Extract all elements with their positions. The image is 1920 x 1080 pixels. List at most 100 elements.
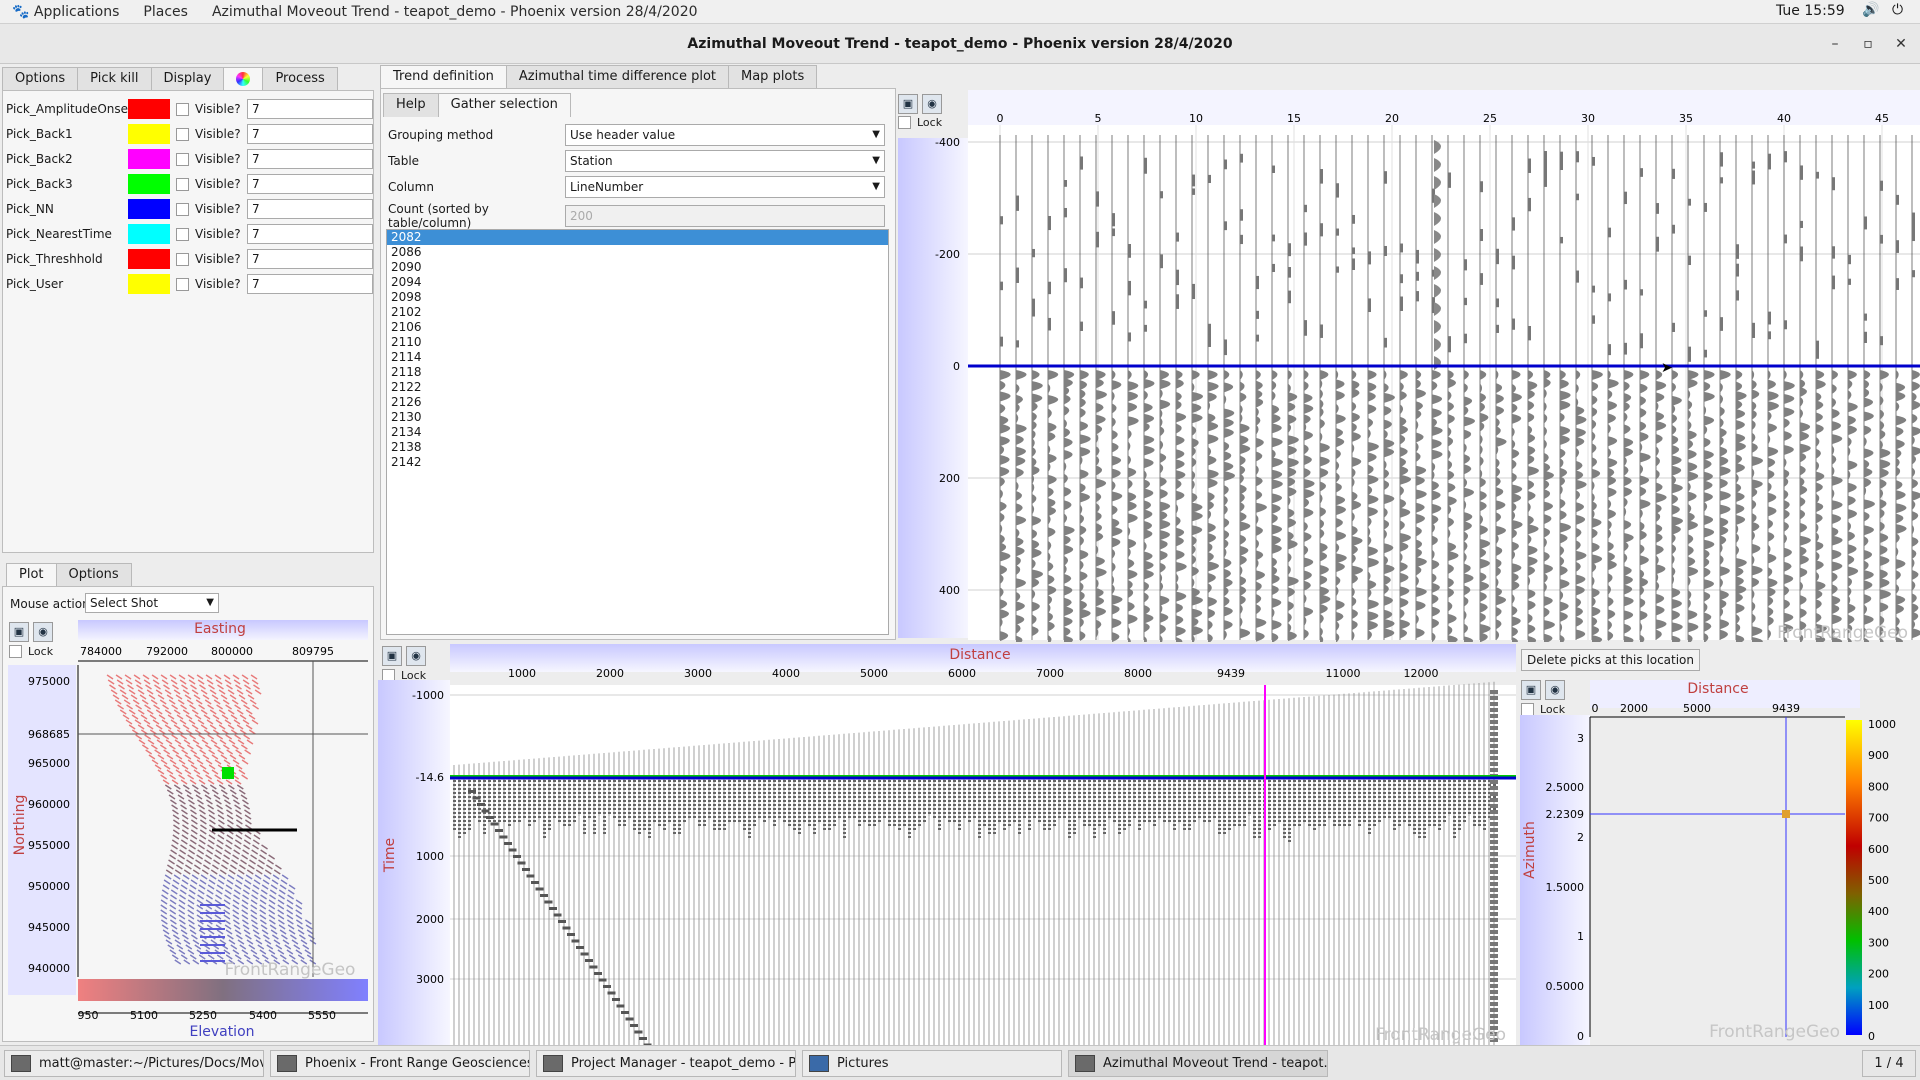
column-select[interactable]: LineNumber ▼ (565, 176, 885, 198)
survey-segment (180, 734, 188, 740)
pick-color-swatch[interactable] (128, 274, 170, 294)
pick-color-swatch[interactable] (128, 174, 170, 194)
list-item[interactable]: 2082 (387, 230, 888, 245)
pick-size-field[interactable]: 7 (247, 99, 373, 119)
pick-color-swatch[interactable] (128, 199, 170, 219)
trace-wiggle (1243, 788, 1246, 790)
trace-wiggle (468, 796, 471, 798)
trace-wiggle (1188, 816, 1191, 818)
tab-gather-selection[interactable]: Gather selection (437, 93, 571, 117)
trace-wiggle (463, 800, 466, 802)
list-item[interactable]: 2098 (387, 290, 888, 305)
trace-wiggle (533, 808, 536, 810)
station-map[interactable]: Easting Northing Elevation 784000 792000… (0, 615, 375, 1045)
close-icon[interactable]: ✕ (1886, 24, 1916, 64)
survey-segment (255, 939, 263, 945)
power-icon[interactable]: ⏻ (1892, 2, 1903, 18)
pick-size-field[interactable]: 7 (247, 124, 373, 144)
list-item[interactable]: 2138 (387, 440, 888, 455)
trace-wiggle (1736, 263, 1739, 277)
pick-size-field[interactable]: 7 (247, 199, 373, 219)
list-item[interactable]: 2106 (387, 320, 888, 335)
list-item[interactable]: 2110 (387, 335, 888, 350)
tab-plot-options[interactable]: Options (55, 563, 132, 587)
tab-color[interactable] (223, 67, 264, 91)
active-window-menu[interactable]: Azimuthal Moveout Trend - teapot_demo - … (200, 4, 710, 20)
pick-color-swatch[interactable] (128, 124, 170, 144)
pick-visible-checkbox[interactable] (176, 252, 189, 266)
trace-wiggle (1238, 788, 1241, 790)
tab-help[interactable]: Help (383, 93, 439, 117)
tab-azimuthal-time-difference[interactable]: Azimuthal time difference plot (505, 65, 729, 89)
grouping-method-select[interactable]: Use header value ▼ (565, 124, 885, 146)
trace-wiggle (513, 800, 516, 802)
list-item[interactable]: 2142 (387, 455, 888, 470)
trace-wiggle (593, 832, 596, 834)
pick-size-field[interactable]: 7 (247, 174, 373, 194)
applications-menu[interactable]: 🐾 Applications (0, 4, 131, 20)
list-item[interactable]: 2122 (387, 380, 888, 395)
tab-plot[interactable]: Plot (6, 563, 57, 587)
pick-visible-checkbox[interactable] (176, 127, 189, 141)
pick-color-swatch[interactable] (128, 149, 170, 169)
trace-wiggle (1096, 191, 1099, 207)
maximize-icon[interactable]: ▫ (1853, 24, 1883, 64)
table-select[interactable]: Station ▼ (565, 150, 885, 172)
list-item[interactable]: 2086 (387, 245, 888, 260)
survey-segment (214, 899, 222, 905)
trace-wiggle (1078, 804, 1081, 806)
tab-display[interactable]: Display (150, 67, 225, 91)
gather-plot[interactable]: FrontRangeGeo -400-20002004000 5 10 15 20 25 3… (898, 90, 1920, 642)
tab-pick-kill[interactable]: Pick kill (77, 67, 152, 91)
pick-visible-checkbox[interactable] (176, 202, 189, 216)
minimize-icon[interactable]: – (1820, 24, 1850, 64)
pick-size-field[interactable]: 7 (247, 274, 373, 294)
trace-wiggle (688, 784, 691, 786)
trace-wiggle (723, 792, 726, 794)
trace-wiggle (948, 816, 951, 818)
list-item[interactable]: 2134 (387, 425, 888, 440)
trace-wiggle (543, 788, 546, 790)
survey-segment (170, 849, 178, 855)
pick-color-swatch[interactable] (128, 224, 170, 244)
volume-icon[interactable]: 🔊 (1862, 2, 1879, 18)
pick-visible-checkbox[interactable] (176, 227, 189, 241)
distance-time-plot[interactable]: Distance Time -1000-14.61000200030001000… (378, 640, 1516, 1045)
pick-visible-checkbox[interactable] (176, 177, 189, 191)
places-menu[interactable]: Places (131, 4, 200, 20)
mouse-action-select[interactable]: Select Shot ▼ (85, 593, 219, 613)
pick-color-swatch[interactable] (128, 249, 170, 269)
survey-segment (132, 699, 140, 705)
pick-size-field[interactable]: 7 (247, 149, 373, 169)
clock[interactable]: Tue 15:59 (1776, 3, 1845, 19)
list-item[interactable]: 2114 (387, 350, 888, 365)
station-list[interactable]: 2082 2086 2090 2094 2098 2102 2106 2110 2114 2118… (386, 229, 889, 635)
list-item[interactable]: 2130 (387, 410, 888, 425)
tab-process[interactable]: Process (262, 67, 338, 91)
list-item[interactable]: 2126 (387, 395, 888, 410)
trace-wiggle (688, 792, 691, 794)
trace-wiggle (753, 788, 756, 790)
list-item[interactable]: 2118 (387, 365, 888, 380)
trace-wiggle (583, 780, 586, 782)
pick-color-swatch[interactable] (128, 99, 170, 119)
survey-segment (187, 904, 195, 910)
selected-shot-marker[interactable] (222, 767, 234, 779)
survey-segment (168, 699, 176, 705)
list-item[interactable]: 2102 (387, 305, 888, 320)
tab-map-plots[interactable]: Map plots (728, 65, 818, 89)
trace-wiggle (1128, 784, 1131, 786)
survey-segment (171, 929, 179, 935)
pick-visible-checkbox[interactable] (176, 102, 189, 116)
trace-wiggle (1223, 820, 1226, 822)
tab-options[interactable]: Options (2, 67, 79, 91)
survey-segment (234, 884, 242, 890)
list-item[interactable]: 2094 (387, 275, 888, 290)
trace-wiggle (498, 780, 501, 782)
pick-size-field[interactable]: 7 (247, 224, 373, 244)
pick-size-field[interactable]: 7 (247, 249, 373, 269)
pick-visible-checkbox[interactable] (176, 152, 189, 166)
list-item[interactable]: 2090 (387, 260, 888, 275)
tab-trend-definition[interactable]: Trend definition (380, 65, 507, 89)
pick-visible-checkbox[interactable] (176, 277, 189, 291)
